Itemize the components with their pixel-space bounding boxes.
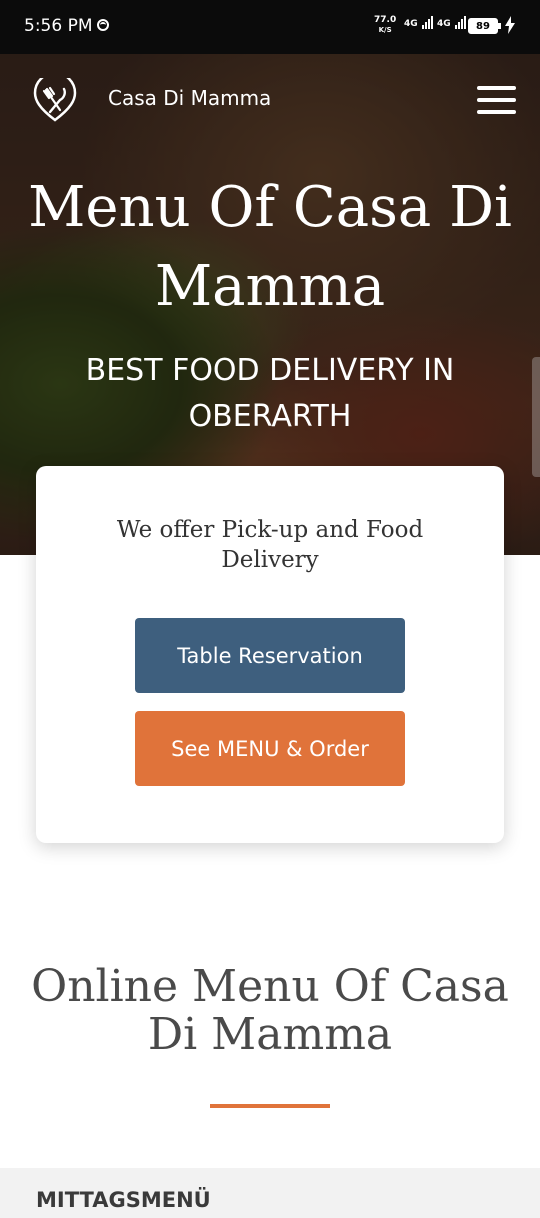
- status-time: 5:56 PM: [24, 16, 93, 36]
- signal-1-icon: 4G: [404, 16, 434, 29]
- category-header-mittagsmenu[interactable]: MITTAGSMENÜ: [0, 1168, 540, 1218]
- signal-1-label: 4G: [404, 19, 418, 29]
- network-speed-value: 77.0: [374, 15, 397, 25]
- network-speed-unit: K/S: [378, 26, 392, 34]
- menu-section-title: Online Menu Of Casa Di Mamma: [31, 961, 509, 1060]
- table-reservation-button[interactable]: Table Reservation: [135, 618, 405, 693]
- network-speed: 77.0 K/S: [374, 15, 396, 35]
- fork-knife-logo-icon[interactable]: [33, 78, 77, 122]
- hamburger-menu-icon[interactable]: [477, 86, 516, 114]
- battery-icon: 89: [468, 18, 501, 34]
- service-info-text: We offer Pick-up and Food Delivery: [116, 517, 424, 573]
- see-menu-order-button[interactable]: See MENU & Order: [135, 711, 405, 786]
- battery-level: 89: [471, 21, 495, 32]
- signal-2-icon: 4G: [437, 16, 467, 29]
- signal-2-label: 4G: [437, 19, 451, 29]
- brand-name[interactable]: Casa Di Mamma: [108, 86, 271, 110]
- order-options-card: We offer Pick-up and Food Delivery Table…: [36, 466, 504, 843]
- category-label: MITTAGSMENÜ: [36, 1188, 211, 1212]
- scroll-handle[interactable]: [532, 357, 540, 477]
- status-bar: 5:56 PM 77.0 K/S 4G 4G 89: [0, 0, 540, 54]
- section-divider: [210, 1104, 330, 1108]
- notification-app-icon: [97, 19, 109, 31]
- charging-bolt-icon: [505, 16, 515, 34]
- page-title: Menu Of Casa Di Mamma: [28, 175, 512, 319]
- hero-subtitle: BEST FOOD DELIVERY IN OBERARTH: [85, 353, 455, 434]
